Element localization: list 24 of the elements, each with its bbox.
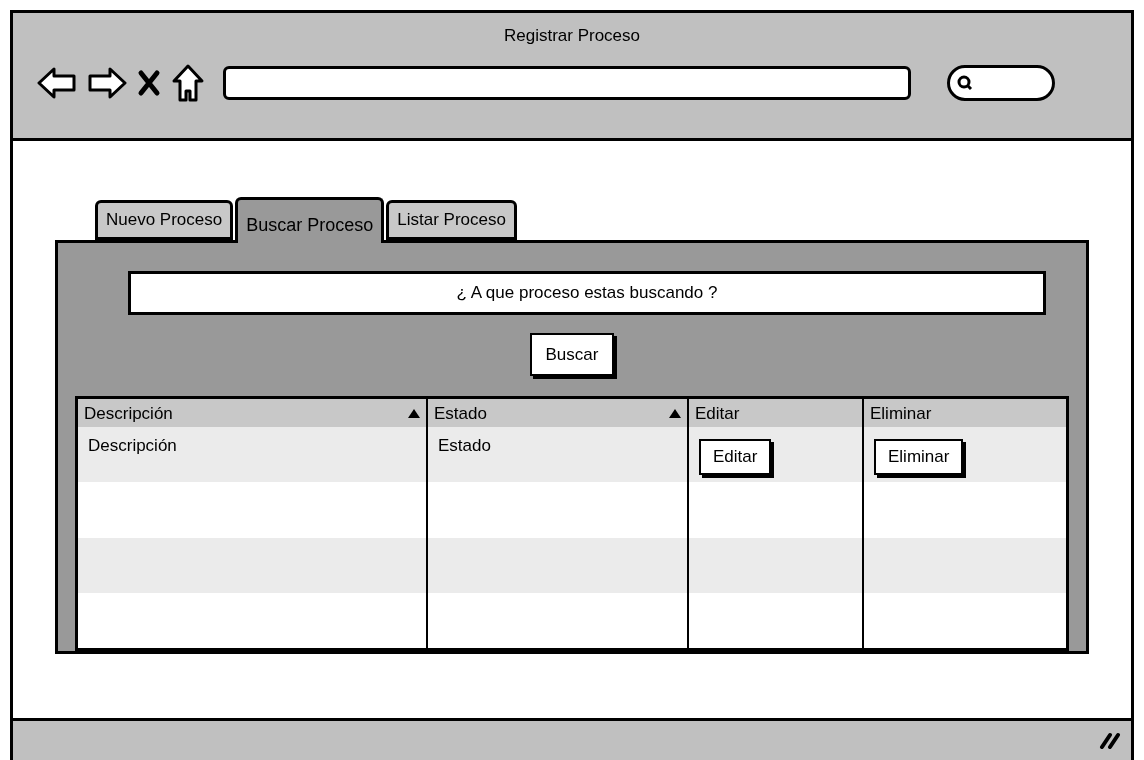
tab[interactable]: Buscar Proceso	[235, 197, 385, 243]
table-cell-text: Estado	[438, 435, 491, 458]
search-input[interactable]: ¿ A que proceso estas buscando ?	[128, 271, 1046, 315]
search-button[interactable]: Buscar	[529, 332, 615, 377]
search-field[interactable]	[947, 64, 1055, 101]
address-field[interactable]	[223, 65, 911, 100]
resize-grip-icon[interactable]	[1099, 731, 1121, 749]
sort-icon[interactable]	[408, 408, 420, 418]
row-action-button[interactable]: Editar	[699, 439, 772, 475]
row-action-button[interactable]: Eliminar	[874, 439, 964, 475]
tab[interactable]: Listar Proceso	[386, 200, 517, 240]
sort-icon[interactable]	[669, 408, 681, 418]
column-header[interactable]: Estado	[434, 400, 487, 427]
close-icon[interactable]	[137, 68, 161, 97]
column-header[interactable]: Editar	[695, 400, 740, 427]
forward-icon[interactable]	[87, 65, 127, 100]
table-cell-text: Descripción	[88, 435, 177, 458]
window-title: Registrar Proceso	[503, 25, 641, 47]
back-icon[interactable]	[37, 65, 77, 100]
column-header[interactable]: Eliminar	[870, 400, 932, 427]
tab[interactable]: Nuevo Proceso	[95, 200, 234, 240]
column-header[interactable]: Descripción	[84, 400, 173, 427]
home-icon[interactable]	[171, 62, 205, 103]
search-icon	[956, 73, 974, 92]
